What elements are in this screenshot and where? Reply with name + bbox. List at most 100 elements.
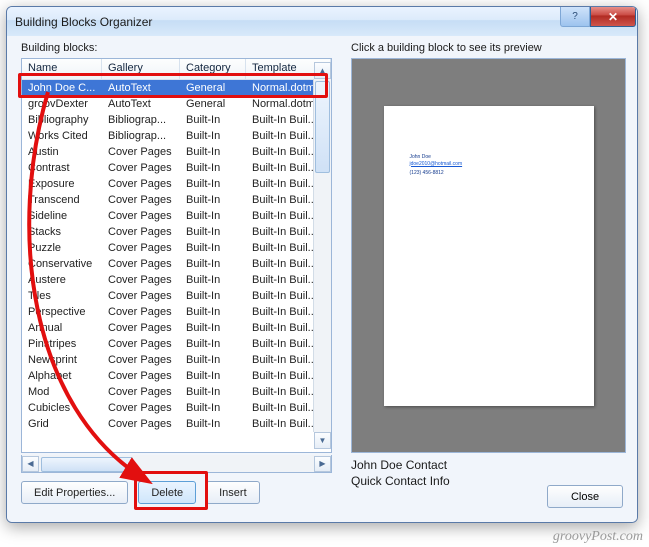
table-row[interactable]: ExposureCover PagesBuilt-InBuilt-In Buil…	[22, 176, 331, 192]
table-row[interactable]: ModCover PagesBuilt-InBuilt-In Buil...	[22, 384, 331, 400]
preview-hint-label: Click a building block to see its previe…	[351, 42, 542, 54]
cell-name: Pinstripes	[22, 336, 102, 352]
cell-category: Built-In	[180, 368, 246, 384]
preview-pane: John Doe jdoe2010@hotmail.com (123) 456-…	[351, 58, 626, 453]
cell-category: Built-In	[180, 336, 246, 352]
cell-gallery: Bibliograp...	[102, 112, 180, 128]
table-row[interactable]: TilesCover PagesBuilt-InBuilt-In Buil...	[22, 288, 331, 304]
window-close-button[interactable]: ✕	[590, 7, 636, 27]
cell-category: Built-In	[180, 352, 246, 368]
cell-name: Cubicles	[22, 400, 102, 416]
cell-category: Built-In	[180, 320, 246, 336]
delete-button[interactable]: Delete	[138, 481, 196, 504]
cell-name: Stacks	[22, 224, 102, 240]
scroll-left-arrow-icon[interactable]: ◀	[22, 456, 39, 472]
cell-name: Contrast	[22, 160, 102, 176]
preview-line-1: John Doe	[410, 154, 431, 160]
column-header-name[interactable]: Name	[22, 59, 102, 79]
cell-category: Built-In	[180, 192, 246, 208]
table-row[interactable]: SidelineCover PagesBuilt-InBuilt-In Buil…	[22, 208, 331, 224]
cell-gallery: Cover Pages	[102, 144, 180, 160]
scroll-thumb[interactable]	[315, 81, 330, 173]
table-row[interactable]: CubiclesCover PagesBuilt-InBuilt-In Buil…	[22, 400, 331, 416]
cell-category: Built-In	[180, 384, 246, 400]
preview-page: John Doe jdoe2010@hotmail.com (123) 456-…	[384, 106, 594, 406]
building-blocks-list[interactable]: Name Gallery Category Template John Doe …	[21, 58, 332, 453]
scroll-down-arrow-icon[interactable]: ▼	[314, 432, 331, 449]
cell-name: Alphabet	[22, 368, 102, 384]
cell-name: Newsprint	[22, 352, 102, 368]
titlebar[interactable]: Building Blocks Organizer ? ✕	[7, 7, 637, 37]
cell-gallery: AutoText	[102, 96, 180, 112]
table-row[interactable]: AlphabetCover PagesBuilt-InBuilt-In Buil…	[22, 368, 331, 384]
close-button[interactable]: Close	[547, 485, 623, 508]
preview-line-3: (123) 456-8812	[410, 170, 444, 176]
cell-name: Perspective	[22, 304, 102, 320]
table-row[interactable]: TranscendCover PagesBuilt-InBuilt-In Bui…	[22, 192, 331, 208]
table-row[interactable]: groovDexterAutoTextGeneralNormal.dotm	[22, 96, 331, 112]
cell-name: Exposure	[22, 176, 102, 192]
cell-gallery: Cover Pages	[102, 240, 180, 256]
column-header-category[interactable]: Category	[180, 59, 246, 79]
table-row[interactable]: ContrastCover PagesBuilt-InBuilt-In Buil…	[22, 160, 331, 176]
scroll-up-arrow-icon[interactable]: ▲	[314, 62, 331, 79]
table-row[interactable]: AnnualCover PagesBuilt-InBuilt-In Buil..…	[22, 320, 331, 336]
table-row[interactable]: ConservativeCover PagesBuilt-InBuilt-In …	[22, 256, 331, 272]
table-row[interactable]: AustinCover PagesBuilt-InBuilt-In Buil..…	[22, 144, 331, 160]
cell-name: Grid	[22, 416, 102, 432]
cell-name: Works Cited	[22, 128, 102, 144]
cell-gallery: Cover Pages	[102, 256, 180, 272]
cell-name: John Doe C...	[22, 80, 102, 96]
watermark: groovyPost.com	[553, 529, 643, 545]
vertical-scrollbar[interactable]: ▲ ▼	[313, 79, 331, 432]
table-row[interactable]: GridCover PagesBuilt-InBuilt-In Buil...	[22, 416, 331, 432]
column-headers[interactable]: Name Gallery Category Template	[22, 59, 331, 80]
table-row[interactable]: PuzzleCover PagesBuilt-InBuilt-In Buil..…	[22, 240, 331, 256]
cell-gallery: Cover Pages	[102, 272, 180, 288]
cell-category: Built-In	[180, 224, 246, 240]
window-title: Building Blocks Organizer	[15, 15, 152, 29]
table-row[interactable]: John Doe C...AutoTextGeneralNormal.dotm	[22, 80, 331, 96]
cell-gallery: Cover Pages	[102, 320, 180, 336]
building-blocks-label: Building blocks:	[21, 42, 97, 54]
cell-gallery: AutoText	[102, 80, 180, 96]
table-row[interactable]: StacksCover PagesBuilt-InBuilt-In Buil..…	[22, 224, 331, 240]
cell-name: Austere	[22, 272, 102, 288]
cell-gallery: Cover Pages	[102, 160, 180, 176]
help-button[interactable]: ?	[560, 7, 590, 27]
cell-gallery: Cover Pages	[102, 208, 180, 224]
cell-category: Built-In	[180, 400, 246, 416]
preview-meta: John Doe Contact Quick Contact Info	[351, 457, 450, 489]
table-row[interactable]: Works CitedBibliograp...Built-InBuilt-In…	[22, 128, 331, 144]
table-row[interactable]: PinstripesCover PagesBuilt-InBuilt-In Bu…	[22, 336, 331, 352]
preview-meta-desc: Quick Contact Info	[351, 473, 450, 489]
scroll-right-arrow-icon[interactable]: ▶	[314, 456, 331, 472]
hscroll-thumb[interactable]	[41, 457, 133, 472]
cell-name: Bibliography	[22, 112, 102, 128]
cell-category: General	[180, 96, 246, 112]
table-row[interactable]: AustereCover PagesBuilt-InBuilt-In Buil.…	[22, 272, 331, 288]
cell-category: Built-In	[180, 288, 246, 304]
table-row[interactable]: PerspectiveCover PagesBuilt-InBuilt-In B…	[22, 304, 331, 320]
table-row[interactable]: BibliographyBibliograp...Built-InBuilt-I…	[22, 112, 331, 128]
cell-category: Built-In	[180, 176, 246, 192]
horizontal-scrollbar[interactable]: ◀ ▶	[21, 455, 332, 473]
cell-category: General	[180, 80, 246, 96]
cell-name: Austin	[22, 144, 102, 160]
edit-properties-button[interactable]: Edit Properties...	[21, 481, 128, 504]
cell-category: Built-In	[180, 128, 246, 144]
table-row[interactable]: NewsprintCover PagesBuilt-InBuilt-In Bui…	[22, 352, 331, 368]
preview-meta-name: John Doe Contact	[351, 457, 450, 473]
cell-gallery: Cover Pages	[102, 352, 180, 368]
cell-gallery: Cover Pages	[102, 288, 180, 304]
column-header-gallery[interactable]: Gallery	[102, 59, 180, 79]
cell-gallery: Cover Pages	[102, 176, 180, 192]
cell-category: Built-In	[180, 112, 246, 128]
cell-gallery: Cover Pages	[102, 336, 180, 352]
cell-gallery: Cover Pages	[102, 416, 180, 432]
cell-name: Tiles	[22, 288, 102, 304]
preview-line-2: jdoe2010@hotmail.com	[410, 161, 463, 167]
insert-button[interactable]: Insert	[206, 481, 260, 504]
cell-category: Built-In	[180, 240, 246, 256]
cell-category: Built-In	[180, 416, 246, 432]
